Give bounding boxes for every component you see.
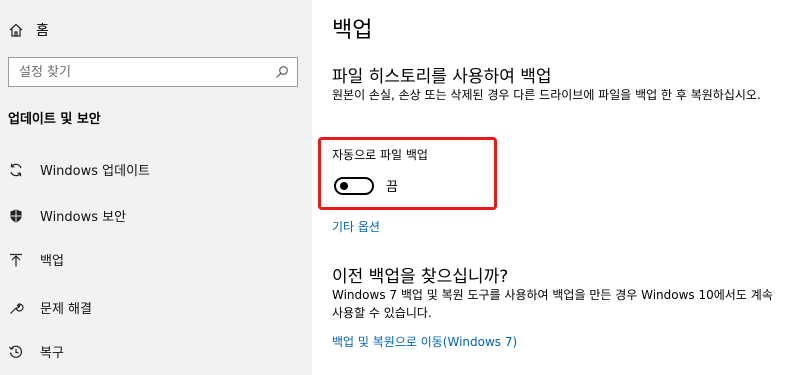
sidebar-item-windows-security[interactable]: Windows 보안 (8, 206, 126, 225)
recovery-clock-icon (8, 344, 24, 360)
sidebar-item-recovery[interactable]: 복구 (8, 342, 64, 361)
search-icon[interactable] (275, 65, 289, 79)
sidebar-item-windows-update[interactable]: Windows 업데이트 (8, 160, 150, 179)
sidebar-item-label: Windows 업데이트 (40, 164, 151, 179)
more-options-link[interactable]: 기타 옵션 (332, 218, 380, 235)
backup-restore-link[interactable]: 백업 및 복원으로 이동(Windows 7) (332, 333, 517, 350)
file-history-description: 원본이 손실, 손상 또는 삭제된 경우 다른 드라이브에 파일을 백업 한 후… (332, 88, 761, 102)
search-box[interactable] (8, 57, 298, 87)
sidebar-item-label: 문제 해결 (40, 302, 92, 317)
sidebar-item-troubleshoot[interactable]: 문제 해결 (8, 298, 92, 317)
highlight-box (318, 137, 497, 210)
sidebar: 홈 업데이트 및 보안 Windows 업데이트 (0, 0, 312, 375)
file-history-heading: 파일 히스토리를 사용하여 백업 (332, 67, 552, 87)
wrench-icon (8, 300, 24, 316)
backup-arrow-icon (8, 252, 24, 268)
search-input[interactable] (17, 63, 275, 81)
older-backup-heading: 이전 백업을 찾으십니까? (332, 267, 509, 287)
sidebar-item-label: 백업 (40, 254, 64, 269)
settings-window: 홈 업데이트 및 보안 Windows 업데이트 (0, 0, 789, 375)
sidebar-item-label: 복구 (40, 346, 64, 361)
sync-icon (8, 162, 24, 178)
home-label: 홈 (36, 23, 49, 39)
sidebar-item-backup[interactable]: 백업 (8, 250, 64, 269)
shield-icon (8, 208, 24, 224)
page-title: 백업 (332, 18, 373, 43)
sidebar-item-home[interactable]: 홈 (8, 20, 49, 40)
older-backup-description: Windows 7 백업 및 복원 도구를 사용하여 백업을 만든 경우 Win… (332, 288, 773, 320)
section-title: 업데이트 및 보안 (8, 112, 101, 127)
sidebar-item-label: Windows 보안 (40, 210, 127, 225)
home-icon (8, 22, 24, 38)
